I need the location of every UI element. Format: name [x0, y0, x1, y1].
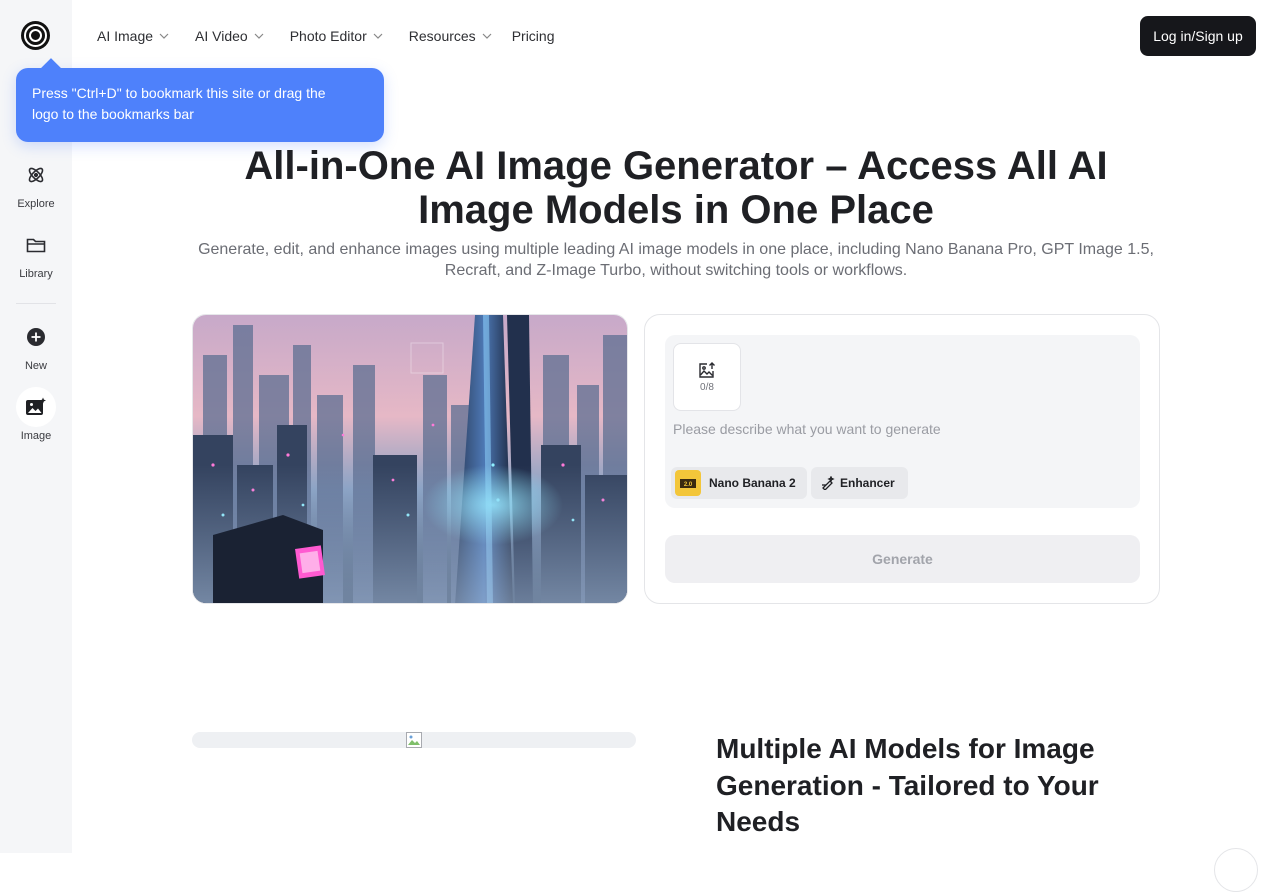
top-nav: AI Image AI Video Photo Editor Resources…	[97, 25, 554, 47]
broken-image-icon	[406, 732, 422, 748]
chevron-down-icon	[254, 33, 264, 39]
page-title: All-in-One AI Image Generator – Access A…	[244, 144, 1108, 232]
nav-item-label: Pricing	[511, 28, 555, 44]
sidebar-item-label: Explore	[17, 198, 55, 210]
svg-text:2.0: 2.0	[684, 482, 693, 488]
nav-item-pricing[interactable]: Pricing	[512, 28, 555, 44]
sidebar-item-library[interactable]: Library	[0, 225, 72, 280]
image-upload-button[interactable]: 0/8	[673, 343, 741, 411]
sidebar-item-new[interactable]: New	[0, 317, 72, 372]
folder-icon	[16, 225, 56, 265]
page-subtitle: Generate, edit, and enhance images using…	[198, 241, 1154, 279]
sidebar-item-explore[interactable]: Explore	[0, 155, 72, 210]
showcase-image	[192, 314, 628, 604]
sidebar-item-label: Library	[19, 268, 53, 280]
image-upload-icon	[699, 361, 715, 378]
sidebar-item-label: Image	[20, 430, 52, 442]
upload-count: 0/8	[700, 381, 714, 393]
chevron-down-icon	[373, 33, 383, 39]
nav-item-ai-video[interactable]: AI Video	[195, 28, 264, 44]
section-title: Multiple AI Models for Image Generation …	[716, 733, 1099, 837]
chevron-down-icon	[159, 33, 169, 39]
model-selector[interactable]: 2.0 Nano Banana 2	[671, 467, 807, 499]
nav-item-resources[interactable]: Resources	[409, 28, 492, 44]
tooltip-text: Press "Ctrl+D" to bookmark this site or …	[32, 85, 326, 122]
nav-item-label: Resources	[408, 28, 476, 44]
nav-item-photo-editor[interactable]: Photo Editor	[290, 28, 383, 44]
enhancer-icon	[822, 476, 835, 490]
nav-item-label: AI Video	[195, 28, 248, 44]
sidebar-item-label: New	[24, 360, 47, 372]
nav-item-ai-image[interactable]: AI Image	[97, 28, 169, 44]
nav-item-label: Photo Editor	[289, 28, 367, 44]
generate-button[interactable]: Generate	[665, 535, 1140, 583]
sidebar-divider	[16, 303, 56, 304]
sidebar-item-image[interactable]: Image	[0, 387, 72, 442]
enhancer-button[interactable]: Enhancer	[811, 467, 908, 499]
chevron-down-icon	[482, 33, 492, 39]
generator-panel: 0/8 2.0 Nano Banana 2 Enhancer Generate	[644, 314, 1160, 604]
scroll-top-button[interactable]	[1214, 848, 1258, 892]
login-signup-button[interactable]: Log in/Sign up	[1140, 16, 1256, 56]
prompt-box: 0/8 2.0 Nano Banana 2 Enhancer	[665, 335, 1140, 508]
spiral-logo-icon[interactable]	[21, 21, 50, 50]
plus-circle-icon	[16, 317, 56, 357]
image-sparkle-icon	[16, 387, 56, 427]
model-badge-icon: 2.0	[675, 470, 701, 496]
nav-item-label: AI Image	[97, 28, 154, 44]
bookmark-tooltip: Press "Ctrl+D" to bookmark this site or …	[16, 58, 384, 169]
prompt-input[interactable]	[673, 419, 1128, 439]
enhancer-label: Enhancer	[840, 476, 895, 490]
model-label: Nano Banana 2	[709, 476, 796, 490]
atom-icon	[16, 155, 56, 195]
